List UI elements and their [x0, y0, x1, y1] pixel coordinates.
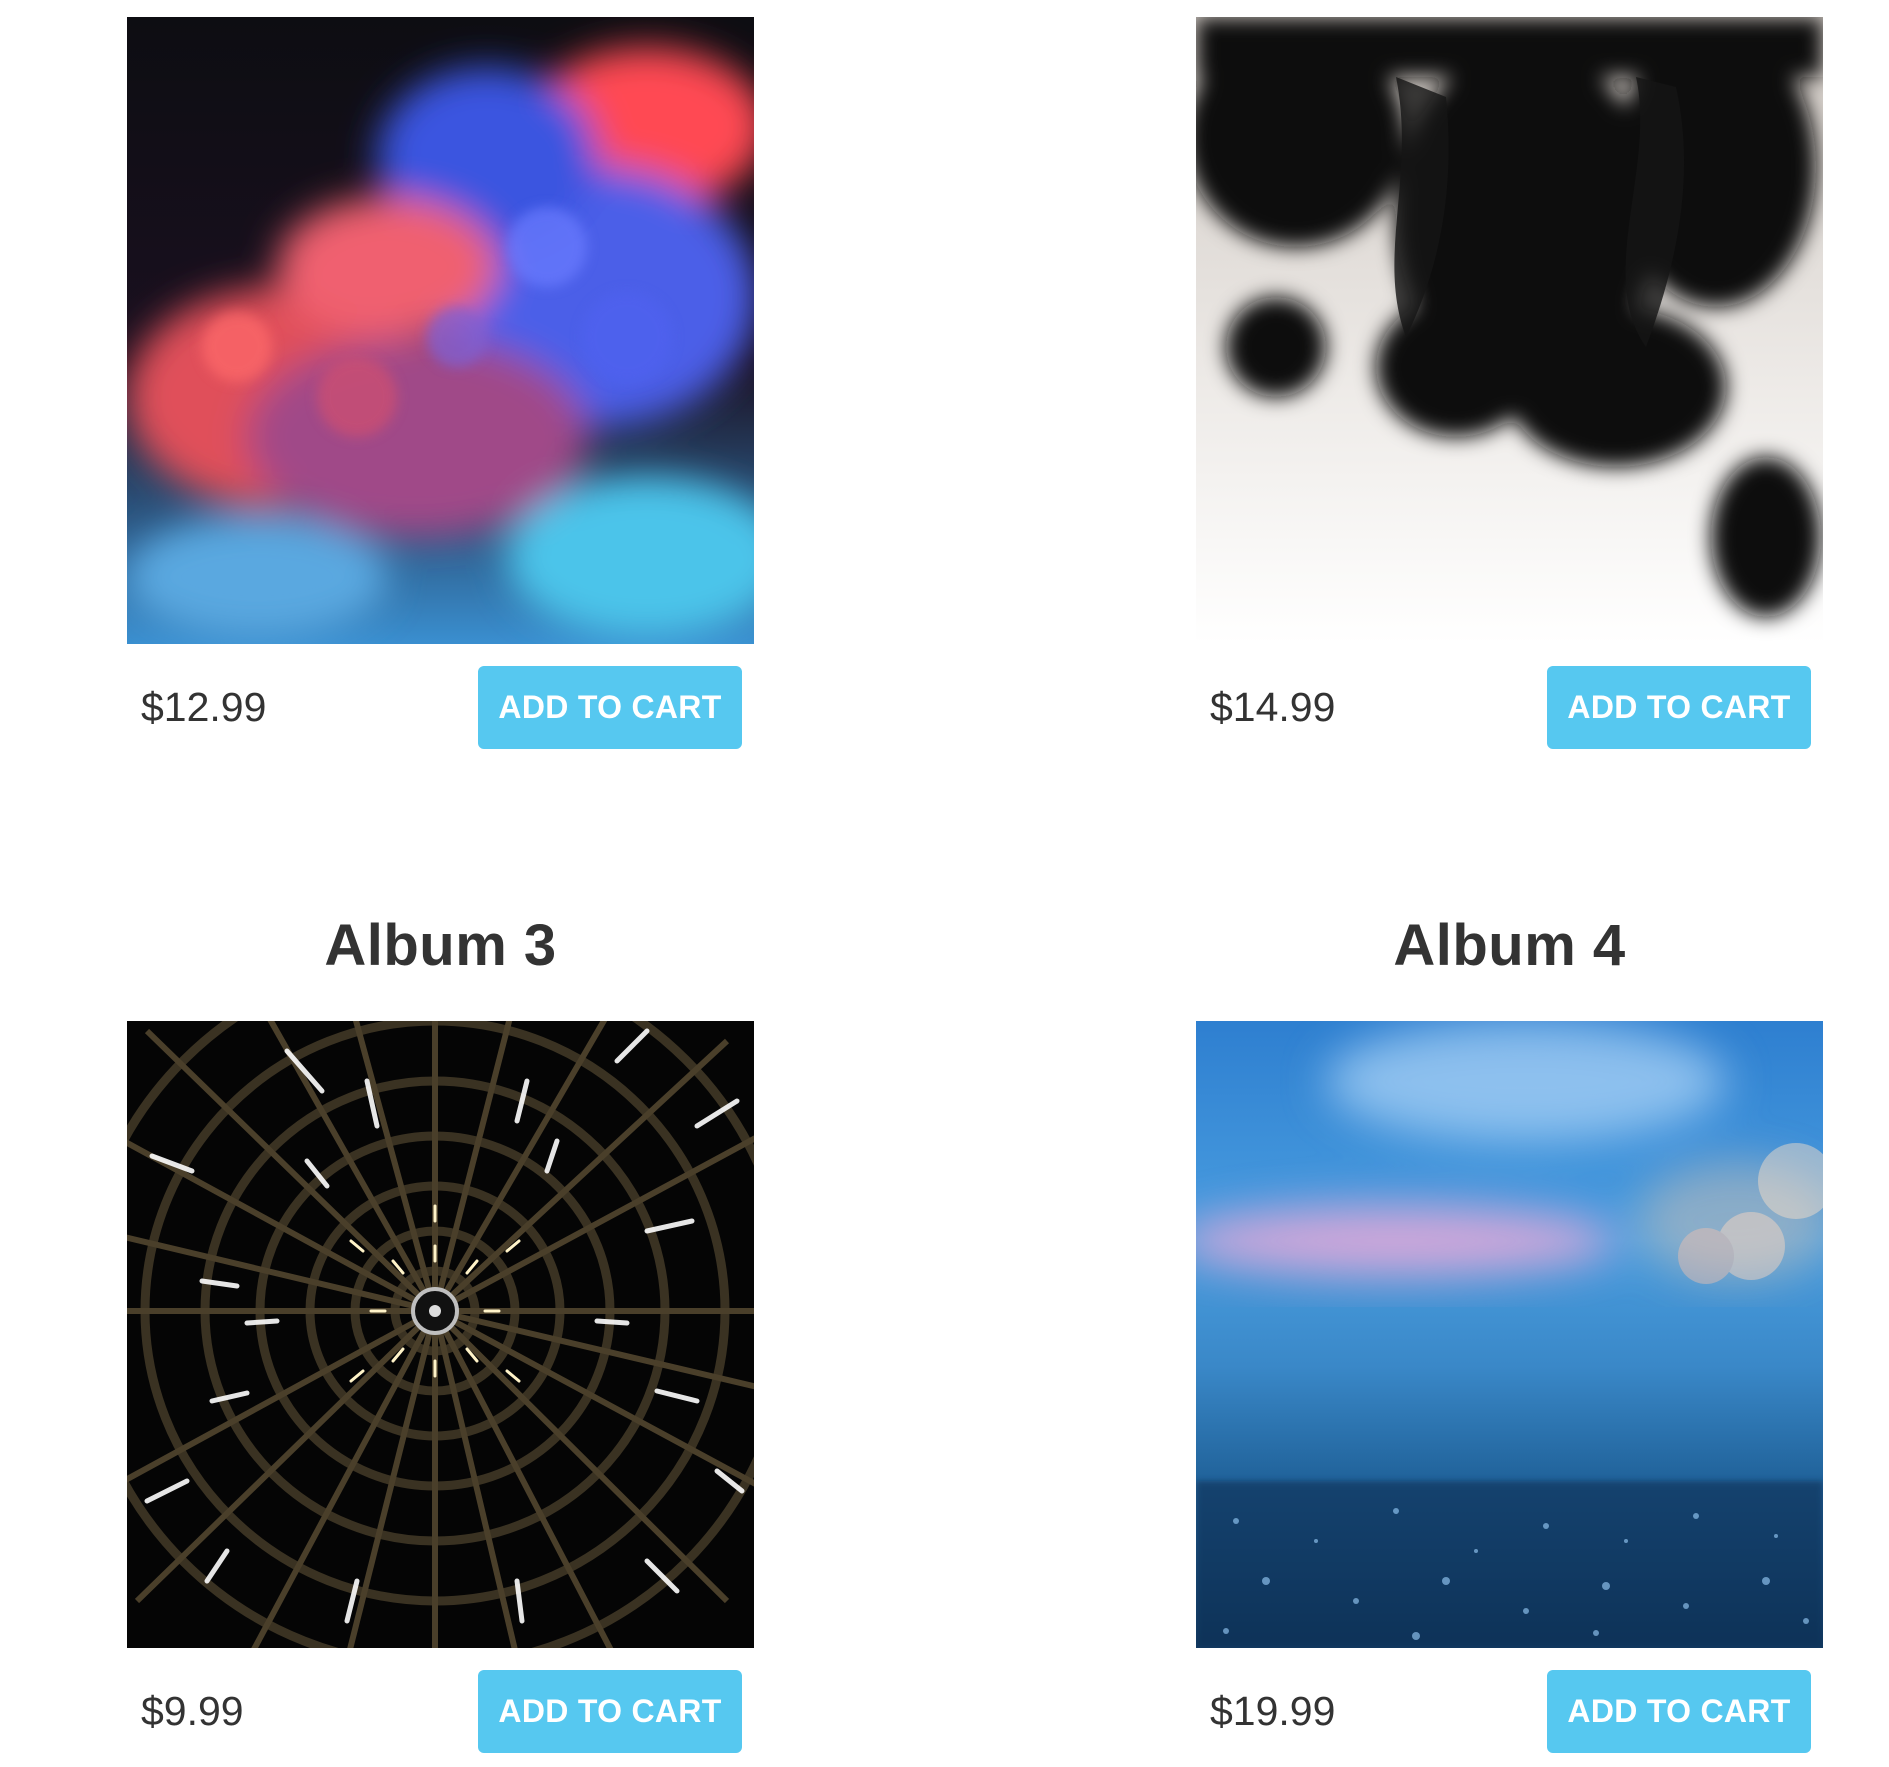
album-cover-image[interactable]	[1196, 17, 1823, 644]
add-to-cart-button[interactable]: ADD TO CART	[478, 1670, 742, 1753]
add-to-cart-button[interactable]: ADD TO CART	[1547, 666, 1811, 749]
price-label: $14.99	[1210, 684, 1336, 730]
add-to-cart-button[interactable]: ADD TO CART	[478, 666, 742, 749]
album-title: Album 3	[324, 913, 557, 978]
album-title: Album 4	[1393, 913, 1626, 978]
add-to-cart-button[interactable]: ADD TO CART	[1547, 1670, 1811, 1753]
album-cover-image[interactable]	[127, 1021, 754, 1648]
price-label: $19.99	[1210, 1688, 1336, 1734]
album-cover-image[interactable]	[1196, 1021, 1823, 1648]
album-cover-image[interactable]	[127, 17, 754, 644]
price-label: $12.99	[141, 684, 267, 730]
price-label: $9.99	[141, 1688, 244, 1734]
